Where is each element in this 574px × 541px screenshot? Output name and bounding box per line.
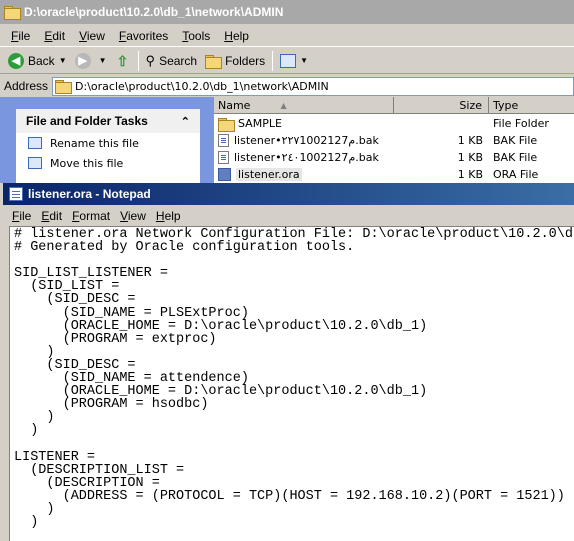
file-name: listener.ora (236, 168, 302, 181)
move-icon (28, 157, 42, 169)
forward-button[interactable]: ▶ ▼ (71, 50, 111, 72)
back-arrow-icon: ◀ (8, 52, 24, 69)
task-rename-label: Rename this file (50, 136, 139, 150)
file-size: 1 KB (457, 168, 483, 181)
file-type: ORA File (493, 168, 539, 181)
notepad-menu-bar: File Edit Format View Help (3, 205, 574, 226)
column-type-label: Type (493, 99, 519, 112)
explorer-title-bar[interactable]: D:\oracle\product\10.2.0\db_1\network\AD… (0, 0, 574, 24)
menu-favorites[interactable]: Favorites (112, 29, 175, 43)
task-move-file[interactable]: Move this file (16, 153, 200, 173)
column-size-label: Size (459, 99, 482, 112)
search-button[interactable]: ⚲ Search (142, 50, 202, 72)
task-pane: File and Folder Tasks ⌃ Rename this file… (0, 97, 214, 189)
task-rename-file[interactable]: Rename this file (16, 133, 200, 153)
file-list-header: Name ▲ Size Type (214, 97, 574, 114)
notepad-title: listener.ora - Notepad (28, 187, 151, 201)
views-icon (280, 53, 297, 68)
np-menu-format[interactable]: Format (67, 209, 115, 223)
notepad-window: listener.ora - Notepad File Edit Format … (0, 183, 574, 541)
explorer-window: D:\oracle\product\10.2.0\db_1\network\AD… (0, 0, 574, 189)
forward-dropdown-icon[interactable]: ▼ (99, 56, 107, 65)
file-row[interactable]: listener•۲۲۷م1002127.bak 1 KB BAK File (214, 132, 574, 149)
column-name-label: Name (218, 99, 251, 112)
file-row-selected[interactable]: listener.ora 1 KB ORA File (214, 166, 574, 183)
menu-view[interactable]: View (72, 29, 112, 43)
toolbar-separator (137, 50, 139, 71)
explorer-toolbar: ◀ Back ▼ ▶ ▼ ⇧ ⚲ Search Folders ▼ (0, 48, 574, 74)
file-list: Name ▲ Size Type SAMPLE File Folder list… (214, 97, 574, 183)
np-menu-view[interactable]: View (115, 209, 151, 223)
up-folder-button[interactable]: ⇧ (111, 50, 135, 72)
folders-label: Folders (225, 53, 266, 68)
np-menu-file[interactable]: File (7, 209, 36, 223)
document-icon (218, 151, 229, 164)
file-type: File Folder (493, 117, 549, 130)
rename-icon (28, 137, 42, 149)
address-input[interactable]: D:\oracle\product\10.2.0\db_1\network\AD… (52, 76, 574, 96)
folders-button[interactable]: Folders (201, 50, 269, 72)
address-bar: Address D:\oracle\product\10.2.0\db_1\ne… (0, 75, 574, 97)
file-row[interactable]: listener•۲٤۰م1002127.bak 1 KB BAK File (214, 149, 574, 166)
menu-file[interactable]: File (4, 29, 37, 43)
column-size[interactable]: Size (394, 97, 489, 114)
explorer-title: D:\oracle\product\10.2.0\db_1\network\AD… (24, 5, 284, 19)
file-size: 1 KB (457, 134, 483, 147)
notepad-text-area[interactable]: # listener.ora Network Configuration Fil… (9, 226, 574, 541)
forward-arrow-icon: ▶ (74, 52, 91, 69)
menu-tools[interactable]: Tools (175, 29, 217, 43)
folder-icon (218, 117, 235, 132)
folder-icon (4, 6, 21, 20)
collapse-chevron-icon[interactable]: ⌃ (181, 115, 190, 128)
file-name: SAMPLE (238, 117, 282, 130)
notepad-content: # listener.ora Network Configuration Fil… (14, 227, 574, 531)
file-size: 1 KB (457, 151, 483, 164)
menu-edit[interactable]: Edit (37, 29, 72, 43)
search-icon: ⚲ (145, 52, 156, 68)
file-type: BAK File (493, 151, 538, 164)
menu-help[interactable]: Help (217, 29, 256, 43)
search-label: Search (159, 53, 198, 68)
notepad-title-bar[interactable]: listener.ora - Notepad (3, 183, 574, 205)
folders-icon (205, 54, 223, 69)
tasks-heading: File and Folder Tasks (26, 114, 148, 128)
np-menu-help[interactable]: Help (151, 209, 186, 223)
explorer-menu-bar: File Edit View Favorites Tools Help (0, 25, 574, 47)
notepad-icon (9, 187, 23, 201)
file-size (394, 115, 489, 132)
file-name: listener•۲۲۷م1002127.bak (234, 134, 379, 147)
task-move-label: Move this file (50, 156, 124, 170)
views-dropdown-icon[interactable]: ▼ (300, 56, 308, 65)
address-value: D:\oracle\product\10.2.0\db_1\network\AD… (75, 79, 329, 93)
file-row[interactable]: SAMPLE File Folder (214, 115, 574, 132)
explorer-body: File and Folder Tasks ⌃ Rename this file… (0, 97, 574, 189)
address-label: Address (4, 79, 49, 93)
tasks-header[interactable]: File and Folder Tasks ⌃ (16, 109, 200, 133)
back-label: Back (28, 53, 55, 68)
np-menu-edit[interactable]: Edit (36, 209, 67, 223)
ora-file-icon (218, 168, 231, 181)
toolbar-separator (272, 50, 274, 71)
views-button[interactable]: ▼ (276, 50, 312, 72)
back-button[interactable]: ◀ Back ▼ (4, 50, 71, 72)
address-folder-icon (55, 80, 73, 94)
column-name[interactable]: Name ▲ (214, 97, 394, 114)
file-type: BAK File (493, 134, 538, 147)
up-folder-icon: ⇧ (116, 52, 129, 69)
back-dropdown-icon[interactable]: ▼ (59, 56, 67, 65)
document-icon (218, 134, 229, 147)
file-folder-tasks-panel: File and Folder Tasks ⌃ Rename this file… (16, 109, 200, 189)
sort-ascending-icon: ▲ (280, 101, 287, 110)
column-type[interactable]: Type (489, 97, 574, 114)
file-name: listener•۲٤۰م1002127.bak (234, 151, 379, 164)
